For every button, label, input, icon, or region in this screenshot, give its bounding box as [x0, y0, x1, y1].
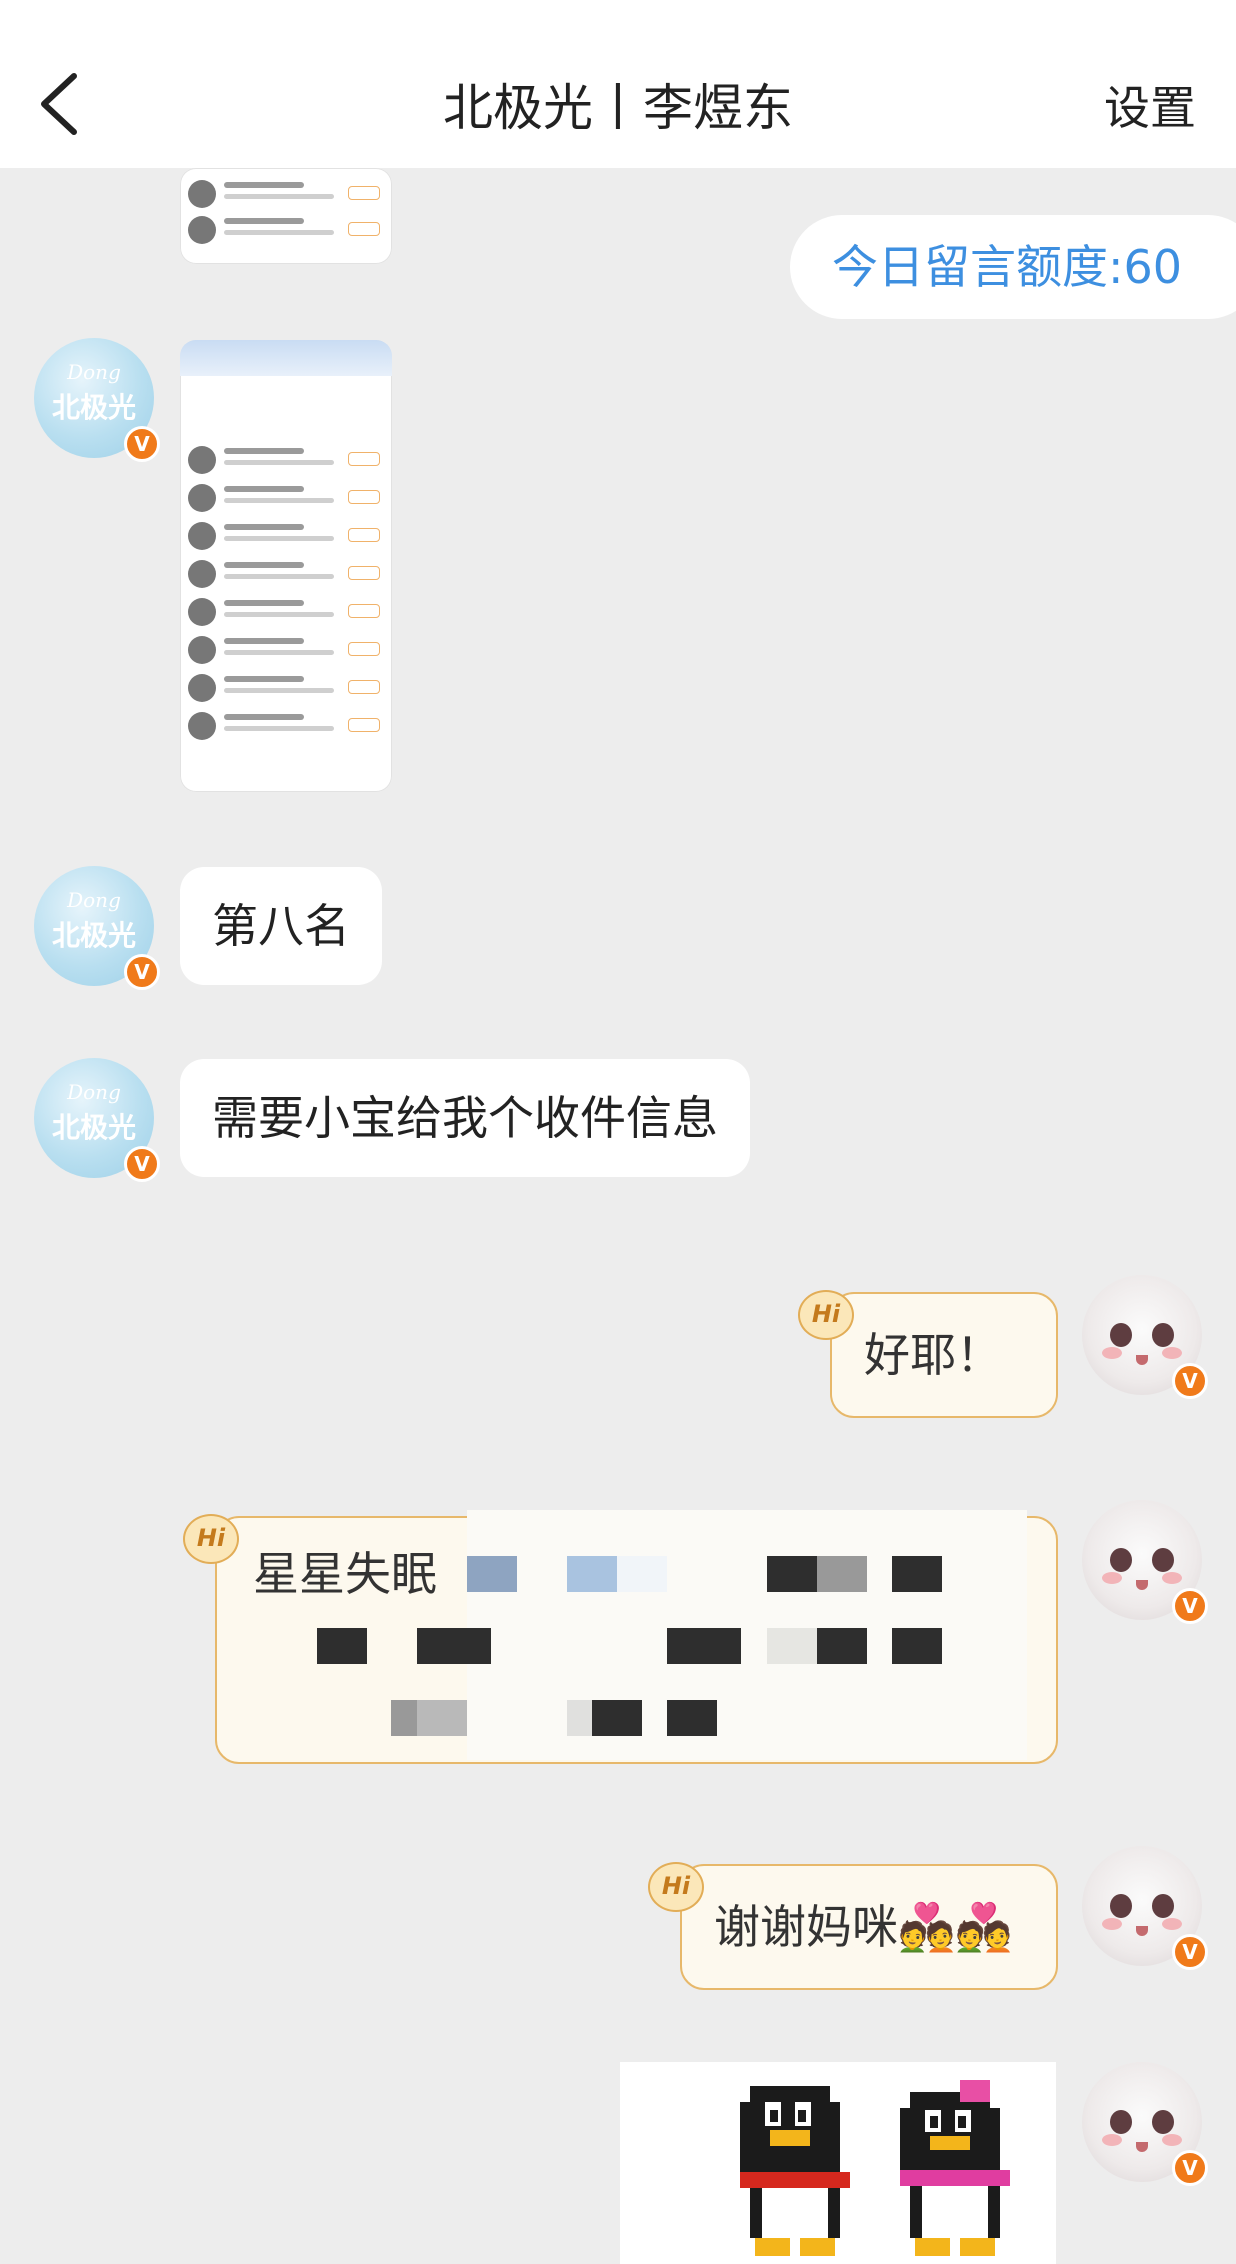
- avatar[interactable]: V: [1082, 2062, 1208, 2186]
- hi-badge-icon: Hi: [648, 1862, 704, 1912]
- pixelated-redaction: [317, 1510, 1027, 1760]
- chat-header: 北极光丨李煜东 设置: [0, 0, 1236, 168]
- penguin-sticker-icon: [620, 2062, 1056, 2264]
- verified-badge-icon: V: [124, 1146, 160, 1182]
- message-bubble[interactable]: 好耶！: [830, 1292, 1058, 1418]
- avatar[interactable]: V: [1082, 1846, 1208, 1970]
- sticker-image-message[interactable]: [620, 2062, 1056, 2264]
- verified-badge-icon: V: [1172, 1588, 1208, 1624]
- verified-badge-icon: V: [1172, 2150, 1208, 2186]
- chat-title: 北极光丨李煜东: [443, 79, 793, 137]
- avatar-text: 北极光: [51, 1111, 136, 1144]
- message-bubble[interactable]: 星星失眠: [215, 1510, 1058, 1764]
- avatar-text: 北极光: [51, 919, 136, 952]
- hi-badge-icon: Hi: [183, 1514, 239, 1564]
- avatar[interactable]: V: [1082, 1500, 1208, 1624]
- hi-badge-icon: Hi: [798, 1290, 854, 1340]
- message-bubble[interactable]: 第八名: [180, 867, 382, 985]
- message-bubble[interactable]: 需要小宝给我个收件信息: [180, 1059, 750, 1177]
- daily-message-quota: 今日留言额度:60: [790, 215, 1236, 319]
- message-bubble[interactable]: 谢谢妈咪💑💑: [680, 1864, 1058, 1990]
- avatar-script-text: Dong: [67, 1080, 121, 1104]
- verified-badge-icon: V: [124, 426, 160, 462]
- avatar[interactable]: V: [1082, 1275, 1208, 1399]
- avatar[interactable]: Dong 北极光 V: [34, 1058, 160, 1182]
- message-text: 星星失眠: [253, 1547, 437, 1601]
- image-message-screenshot[interactable]: [180, 340, 392, 792]
- avatar-script-text: Dong: [67, 360, 121, 384]
- avatar[interactable]: Dong 北极光 V: [34, 338, 160, 462]
- settings-button[interactable]: 设置: [1104, 72, 1196, 138]
- avatar-text: 北极光: [51, 391, 136, 424]
- verified-badge-icon: V: [1172, 1363, 1208, 1399]
- avatar-script-text: Dong: [67, 888, 121, 912]
- avatar[interactable]: Dong 北极光 V: [34, 866, 160, 990]
- verified-badge-icon: V: [1172, 1934, 1208, 1970]
- verified-badge-icon: V: [124, 954, 160, 990]
- image-message-screenshot[interactable]: [180, 168, 392, 264]
